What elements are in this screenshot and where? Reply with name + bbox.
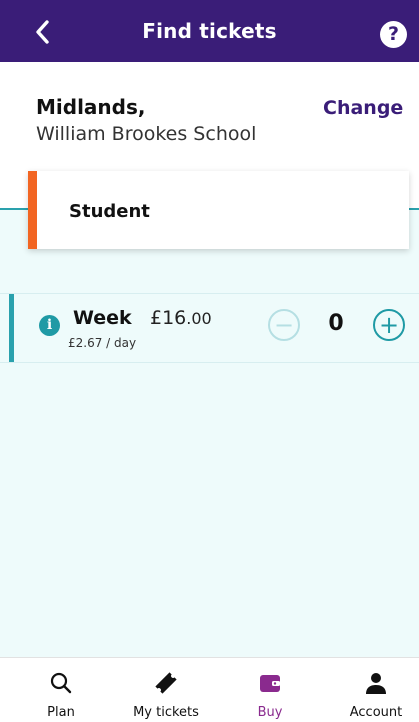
nav-label-plan: Plan	[47, 705, 75, 720]
person-icon	[366, 673, 386, 694]
nav-item-buy[interactable]: Buy	[232, 658, 308, 722]
page-title: Find tickets	[142, 19, 277, 43]
nav-item-account[interactable]: Account	[336, 658, 416, 722]
ticket-icon	[155, 672, 177, 694]
info-icon[interactable]: i	[39, 315, 60, 336]
passenger-type-label: Student	[69, 201, 150, 222]
ticket-quantity: 0	[328, 311, 344, 336]
decrease-quantity-button[interactable]: −	[268, 309, 300, 341]
region-name: Midlands,	[36, 95, 146, 119]
ticket-accent-bar	[9, 294, 14, 362]
ticket-name: Week	[73, 307, 132, 329]
nav-label-buy: Buy	[257, 705, 283, 720]
ticket-price-main: £16	[150, 307, 187, 329]
wallet-icon	[260, 675, 280, 692]
ticket-per-day: £2.67 / day	[68, 336, 137, 350]
help-button[interactable]: ?	[380, 21, 407, 48]
app-header: Find tickets ?	[0, 0, 419, 62]
passenger-accent-bar	[28, 171, 37, 249]
passenger-type-card[interactable]: Student	[28, 171, 409, 249]
nav-item-plan[interactable]: Plan	[22, 658, 100, 722]
nav-label-my-tickets: My tickets	[133, 705, 199, 720]
change-button[interactable]: Change	[323, 97, 403, 119]
ticket-price: £16.00	[150, 307, 212, 329]
search-icon	[50, 672, 72, 694]
ticket-row: i Week £16.00 £2.67 / day − 0 +	[0, 293, 419, 363]
school-name: William Brookes School	[36, 123, 257, 145]
nav-item-my-tickets[interactable]: My tickets	[124, 658, 208, 722]
nav-label-account: Account	[349, 705, 403, 720]
ticket-price-pence: .00	[186, 309, 212, 328]
bottom-nav: Plan My tickets Buy Account	[0, 657, 419, 722]
increase-quantity-button[interactable]: +	[373, 309, 405, 341]
